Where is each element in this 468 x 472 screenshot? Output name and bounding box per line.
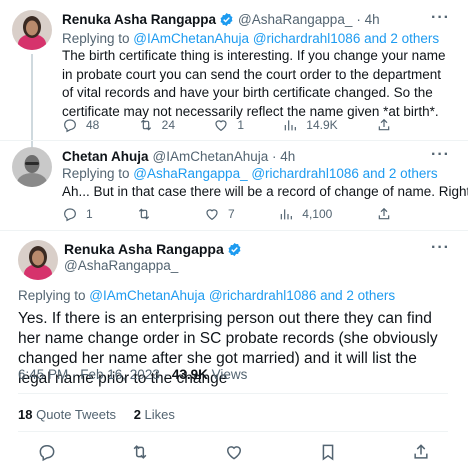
author-name[interactable]: Renuka Asha Rangappa — [62, 12, 216, 27]
divider — [18, 431, 448, 432]
reply-button[interactable]: 1 — [62, 206, 93, 222]
views-label: Views — [207, 367, 248, 382]
replying-to-links[interactable]: @IAmChetanAhuja @richardrahl1086 and 2 o… — [89, 288, 395, 303]
author-handle[interactable]: @IAmChetanAhuja · 4h — [153, 149, 296, 164]
like-button[interactable]: 7 — [204, 206, 235, 222]
quote-tweets-link[interactable]: 18 Quote Tweets — [18, 407, 116, 422]
reply-button[interactable]: 48 — [62, 117, 99, 133]
retweet-icon[interactable] — [130, 442, 150, 462]
avatar-image — [12, 10, 52, 50]
tweet-actions: 1 7 4,100 — [62, 206, 392, 222]
reply-count: 1 — [86, 207, 93, 221]
replying-to-links[interactable]: @AshaRangappa_ @richardrahl1086 and 2 ot… — [133, 166, 437, 181]
views-chart-icon — [281, 209, 293, 220]
tweet-stats: 18 Quote Tweets 2 Likes — [18, 407, 175, 422]
retweet-button[interactable]: 24 — [138, 117, 175, 133]
author-name[interactable]: Chetan Ahuja — [62, 149, 149, 164]
author-name[interactable]: Renuka Asha Rangappa — [64, 241, 224, 257]
view-count: 4,100 — [302, 207, 333, 221]
avatar[interactable] — [18, 240, 58, 280]
views-button[interactable]: 4,100 — [278, 206, 332, 222]
views-button[interactable]: 14.9K — [282, 117, 338, 133]
heart-icon — [215, 120, 227, 132]
retweet-button[interactable] — [136, 206, 160, 222]
share-button[interactable] — [376, 206, 392, 222]
thread-tweet-1[interactable]: Renuka Asha Rangappa @AshaRangappa_ · 4h… — [0, 0, 468, 148]
heart-icon[interactable] — [224, 442, 244, 462]
tweet-timestamp[interactable]: 6:45 PM · Feb 16, 2023 · — [18, 367, 172, 382]
replying-to: Replying to @IAmChetanAhuja @richardrahl… — [18, 288, 395, 303]
likes-count: 2 — [133, 407, 141, 422]
reply-icon — [64, 119, 76, 133]
replying-label: Replying to — [62, 31, 134, 46]
divider — [18, 393, 448, 394]
heart-icon — [206, 209, 218, 221]
retweet-icon — [139, 208, 150, 220]
verified-badge-icon — [228, 242, 241, 256]
avatar-image — [12, 147, 52, 187]
main-tweet-actions — [0, 442, 468, 462]
reply-icon[interactable] — [37, 442, 57, 462]
author-handle[interactable]: @AshaRangappa_ — [64, 258, 178, 273]
likes-link[interactable]: 2 Likes — [134, 407, 175, 422]
tweet-text: Ah... But in that case there will be a r… — [62, 184, 468, 199]
reply-icon — [64, 208, 76, 222]
retweet-icon — [140, 119, 151, 131]
retweet-count: 24 — [161, 118, 176, 132]
share-icon — [378, 207, 390, 220]
like-count: 7 — [227, 207, 235, 221]
replying-label: Replying to — [62, 166, 134, 181]
likes-label: Likes — [140, 407, 175, 422]
author-handle[interactable]: @AshaRangappa_ — [238, 12, 352, 27]
like-button[interactable]: 1 — [213, 117, 244, 133]
thread-tweet-2[interactable]: Chetan Ahuja @IAmChetanAhuja · 4h ··· Re… — [0, 141, 468, 231]
views-chart-icon — [285, 120, 297, 131]
replying-to: Replying to @IAmChetanAhuja @richardrahl… — [62, 31, 439, 46]
main-tweet: Renuka Asha Rangappa @AshaRangappa_ ··· … — [0, 231, 468, 472]
more-options-icon[interactable]: ··· — [431, 146, 450, 164]
view-count: 14.9K — [306, 118, 338, 132]
more-options-icon[interactable]: ··· — [431, 239, 450, 257]
avatar[interactable] — [12, 10, 52, 50]
tweet-meta: 6:45 PM · Feb 16, 2023 · 43.9K Views — [18, 367, 247, 382]
tweet-text: The birth certificate thing is interesti… — [62, 48, 446, 119]
share-button[interactable] — [376, 117, 392, 133]
avatar-image — [18, 240, 58, 280]
more-options-icon[interactable]: ··· — [431, 9, 450, 27]
avatar[interactable] — [12, 147, 52, 187]
bookmark-icon[interactable] — [318, 442, 338, 462]
share-icon — [378, 118, 390, 131]
replying-to: Replying to @AshaRangappa_ @richardrahl1… — [62, 166, 438, 181]
replying-label: Replying to — [18, 288, 90, 303]
tweet-time[interactable]: · 4h — [356, 12, 379, 27]
quote-count: 18 — [18, 407, 33, 422]
thread-line — [31, 54, 33, 148]
reply-count: 48 — [86, 118, 100, 132]
share-icon[interactable] — [411, 442, 431, 462]
verified-badge-icon — [220, 12, 233, 27]
tweet-actions: 48 24 1 14.9K — [62, 117, 392, 133]
view-count: 43.9K — [171, 367, 208, 382]
quote-label: Quote Tweets — [32, 407, 117, 422]
like-count: 1 — [237, 118, 244, 132]
replying-to-links[interactable]: @IAmChetanAhuja @richardrahl1086 and 2 o… — [133, 31, 439, 46]
